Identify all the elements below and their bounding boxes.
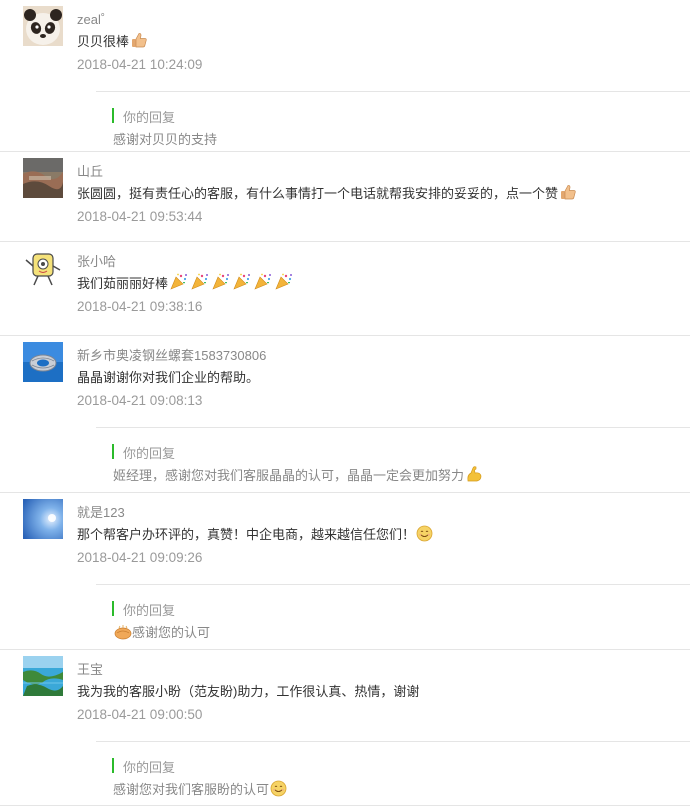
reply-content: 感谢对贝贝的支持 (113, 129, 217, 148)
comment-item: zeal゜贝贝很棒 2018-04-21 10:24:09 你的回复感谢对贝贝的支持 (0, 0, 690, 152)
comment-item: 新乡市奥凌钢丝螺套1583730806 晶晶谢谢你对我们企业的帮助。 2018-04… (0, 336, 690, 493)
flexed-bicep-icon (465, 465, 483, 483)
party-popper-icon (232, 273, 252, 291)
reply-text: 姬经理，感谢您对我们客服晶晶的认可，晶晶一定会更加努力 (113, 468, 465, 483)
comment-item: 就是123 那个帮客户办环评的，真赞！中企电商，越来越信任您们！ 2018-04-2… (0, 493, 690, 650)
comment-text: 贝贝很棒 (77, 34, 130, 49)
landscape-photo-avatar[interactable] (23, 158, 63, 198)
comment-list: zeal゜ 贝贝很棒 2018-04-21 10:24:09 你的回复 感谢对贝贝的支持… (0, 0, 690, 806)
thumbs-up-icon (130, 31, 148, 49)
reply-text: 感谢您的认可 (132, 625, 211, 640)
commenter-nickname[interactable]: 山丘 (77, 161, 103, 180)
comment-content: 张圆圆，挺有责任心的客服，有什么事情打一个电话就帮我安排的妥妥的，点一个赞 (77, 183, 577, 202)
reply-block: 你的回复感谢您的认可 (96, 584, 690, 650)
smile-icon (416, 525, 433, 542)
party-popper-icon (169, 273, 189, 291)
party-popper-icon (190, 273, 210, 291)
party-popper-icon (253, 273, 273, 291)
wire-coil-logo-avatar[interactable] (23, 342, 63, 382)
comment-text: 那个帮客户办环评的，真赞！中企电商，越来越信任您们！ (77, 527, 416, 542)
reply-text: 感谢对贝贝的支持 (113, 132, 218, 147)
comment-content: 我为我的客服小盼（范友盼)助力，工作很认真、热情，谢谢 (77, 681, 419, 700)
comment-timestamp: 2018-04-21 09:08:13 (77, 393, 203, 408)
reply-content: 感谢您的认可 (113, 622, 210, 641)
party-popper-icon (274, 273, 294, 291)
reply-content: 感谢您对我们客服盼的认可 (113, 779, 287, 798)
smile-icon (270, 780, 287, 797)
commenter-nickname[interactable]: 新乡市奥凌钢丝螺套1583730806 (77, 345, 266, 364)
reply-block: 你的回复感谢对贝贝的支持 (96, 91, 690, 152)
reply-title: 你的回复 (112, 757, 175, 776)
comment-item: 山丘张圆圆，挺有责任心的客服，有什么事情打一个电话就帮我安排的妥妥的，点一个赞 2… (0, 152, 690, 242)
comment-timestamp: 2018-04-21 09:09:26 (77, 550, 203, 565)
comment-content: 那个帮客户办环评的，真赞！中企电商，越来越信任您们！ (77, 524, 433, 543)
comment-content: 晶晶谢谢你对我们企业的帮助。 (77, 367, 259, 386)
panda-avatar[interactable] (23, 6, 63, 46)
clapping-hands-icon (114, 624, 132, 640)
reply-title: 你的回复 (112, 600, 175, 619)
island-photo-avatar[interactable] (23, 656, 63, 696)
comment-timestamp: 2018-04-21 09:38:16 (77, 299, 203, 314)
commenter-nickname[interactable]: zeal゜ (77, 9, 114, 28)
comment-timestamp: 2018-04-21 09:00:50 (77, 707, 203, 722)
comment-content: 我们茹丽丽好棒 (77, 273, 294, 292)
reply-text: 感谢您对我们客服盼的认可 (113, 782, 270, 797)
comment-item: 王宝我为我的客服小盼（范友盼)助力，工作很认真、热情，谢谢 2018-04-21 … (0, 650, 690, 806)
reply-title: 你的回复 (112, 107, 175, 126)
commenter-nickname[interactable]: 王宝 (77, 659, 103, 678)
comment-timestamp: 2018-04-21 09:53:44 (77, 209, 203, 224)
comment-timestamp: 2018-04-21 10:24:09 (77, 57, 203, 72)
comment-text: 我为我的客服小盼（范友盼)助力，工作很认真、热情，谢谢 (77, 684, 420, 699)
reply-title: 你的回复 (112, 443, 175, 462)
reply-content: 姬经理，感谢您对我们客服晶晶的认可，晶晶一定会更加努力 (113, 465, 483, 484)
comment-text: 晶晶谢谢你对我们企业的帮助。 (77, 370, 260, 385)
cartoon-mascot-avatar[interactable] (23, 248, 63, 288)
thumbs-up-icon (559, 183, 577, 201)
comment-content: 贝贝很棒 (77, 31, 148, 50)
commenter-nickname[interactable]: 就是123 (77, 502, 125, 521)
blue-sky-avatar[interactable] (23, 499, 63, 539)
party-popper-icon (211, 273, 231, 291)
comment-text: 张圆圆，挺有责任心的客服，有什么事情打一个电话就帮我安排的妥妥的，点一个赞 (77, 186, 559, 201)
reply-block: 你的回复姬经理，感谢您对我们客服晶晶的认可，晶晶一定会更加努力 (96, 427, 690, 493)
comment-text: 我们茹丽丽好棒 (77, 276, 169, 291)
reply-block: 你的回复感谢您对我们客服盼的认可 (96, 741, 690, 806)
comment-item: 张小哈我们茹丽丽好棒 2018-04-21 09:38:16 (0, 242, 690, 336)
commenter-nickname[interactable]: 张小哈 (77, 251, 116, 270)
